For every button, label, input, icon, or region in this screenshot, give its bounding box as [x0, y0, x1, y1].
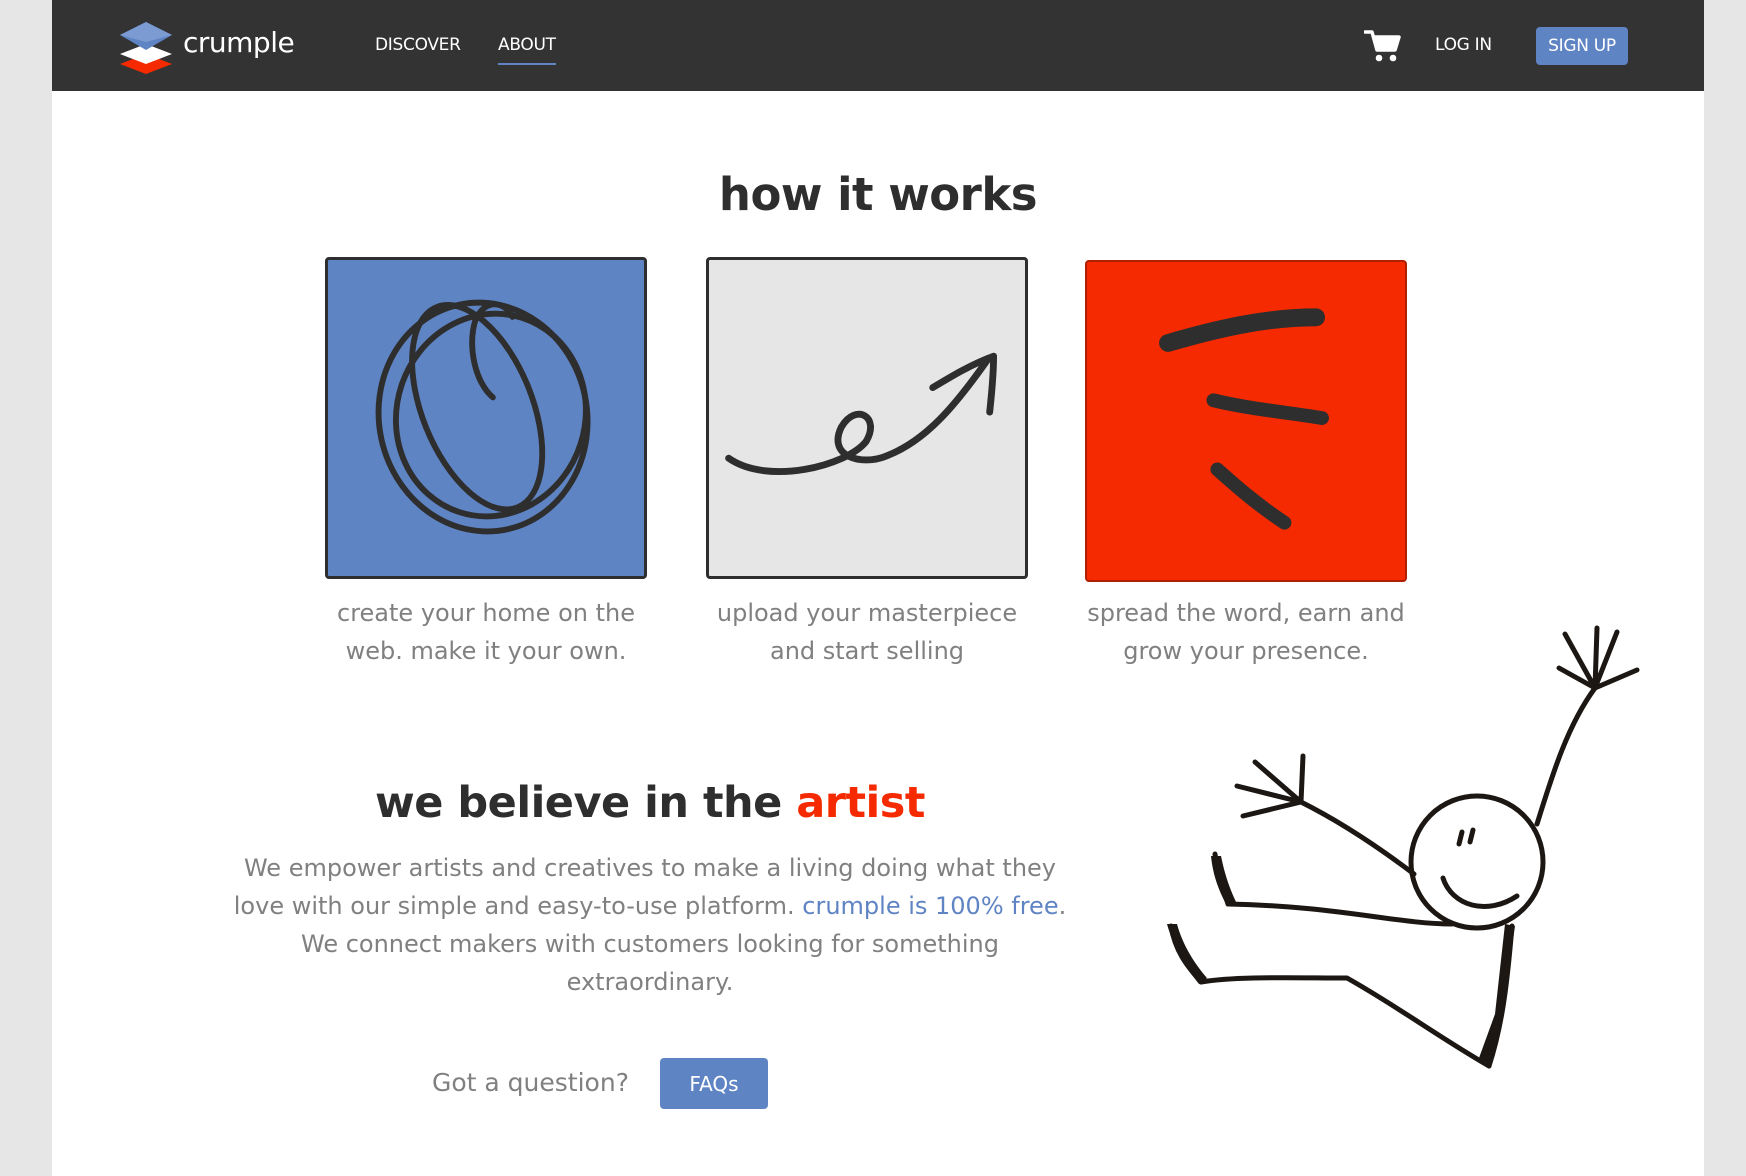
shopping-cart-icon[interactable]	[1364, 29, 1402, 63]
scribble-circle-icon	[375, 299, 591, 535]
spread-step-tile	[1085, 260, 1407, 582]
nav-discover-link[interactable]: DISCOVER	[375, 35, 461, 55]
active-link-underline	[498, 63, 556, 65]
signup-button[interactable]: SIGN UP	[1536, 27, 1628, 65]
top-navbar: crumple DISCOVER ABOUT LOG IN SIGN UP	[52, 0, 1704, 91]
login-link[interactable]: LOG IN	[1435, 35, 1492, 55]
believe-heading-prefix: we believe in the	[375, 778, 782, 828]
nav-about-link[interactable]: ABOUT	[498, 35, 556, 55]
believe-paragraph: We empower artists and creatives to make…	[220, 849, 1080, 1001]
jumping-stick-figure-illustration	[1167, 625, 1640, 1069]
faqs-button[interactable]: FAQs	[660, 1058, 768, 1109]
free-link[interactable]: crumple is 100% free	[802, 892, 1058, 920]
believe-heading: we believe in the artist	[250, 778, 1050, 828]
create-step-tile	[325, 257, 647, 579]
crumple-logo-icon[interactable]	[116, 18, 176, 74]
upload-step-caption: upload your masterpiece and start sellin…	[716, 599, 1018, 665]
create-step-caption: create your home on the web. make it you…	[337, 599, 635, 665]
believe-heading-accent: artist	[796, 778, 925, 828]
brush-strokes-icon	[1159, 308, 1329, 530]
question-label: Got a question?	[432, 1068, 629, 1097]
how-it-works-heading: how it works	[718, 168, 1038, 221]
page: crumple DISCOVER ABOUT LOG IN SIGN UP ho…	[52, 0, 1704, 1176]
loop-arrow-icon	[725, 352, 998, 475]
upload-step-tile	[706, 257, 1028, 579]
brand-name[interactable]: crumple	[183, 26, 295, 59]
